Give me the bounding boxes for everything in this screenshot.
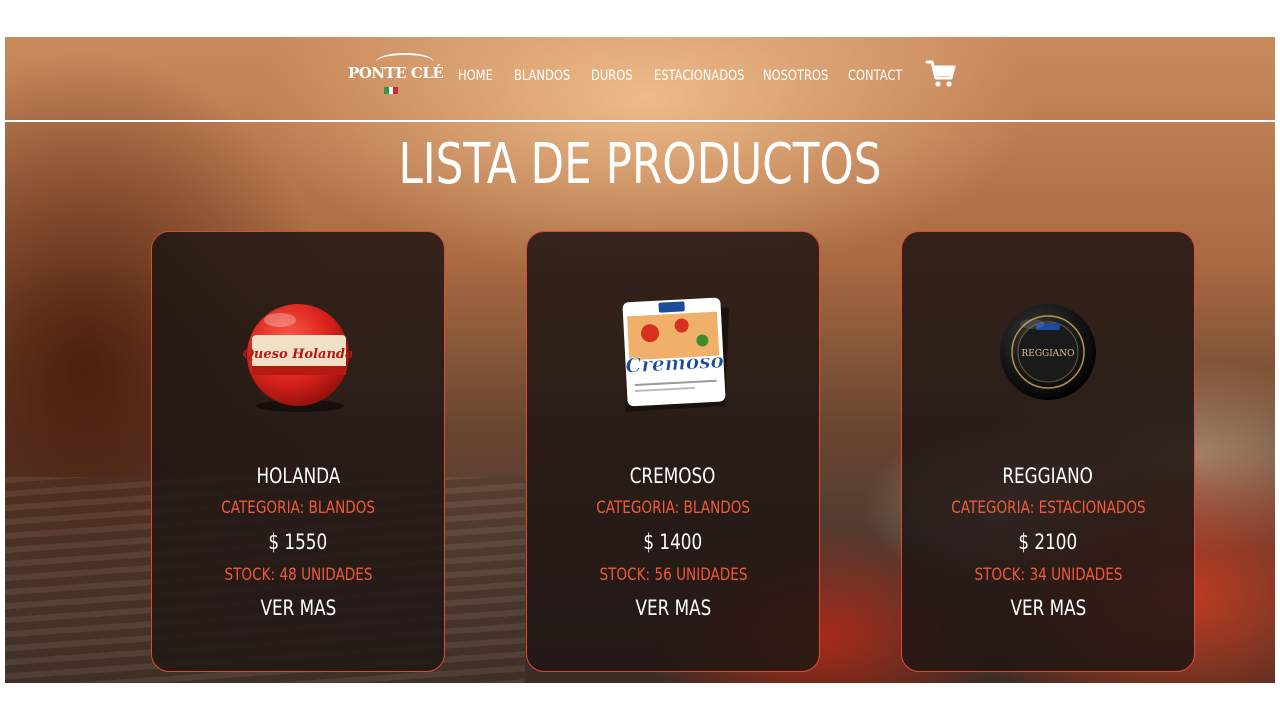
product-category: CATEGORIA: ESTACIONADOS bbox=[902, 498, 1194, 518]
product-price-text: $ 2100 bbox=[1018, 530, 1078, 554]
product-card-reggiano: REGGIANO REGGIANO CATEGORIA: ESTACIONADO… bbox=[901, 231, 1195, 672]
product-image-label-holanda: Queso Holanda bbox=[243, 347, 354, 362]
ver-mas-button[interactable]: VER MAS bbox=[527, 596, 819, 620]
product-category-text: CATEGORIA: ESTACIONADOS bbox=[950, 498, 1146, 518]
product-category-text: CATEGORIA: BLANDOS bbox=[596, 498, 750, 518]
ver-mas-button[interactable]: VER MAS bbox=[902, 596, 1194, 620]
product-price: $ 1550 bbox=[152, 530, 444, 554]
nav-contact[interactable]: CONTACT bbox=[848, 68, 905, 84]
brand-logo[interactable]: PONTE CLÉ bbox=[348, 53, 444, 99]
ver-mas-button[interactable]: VER MAS bbox=[152, 596, 444, 620]
product-image-cremoso: Cremoso bbox=[603, 290, 743, 420]
ver-mas-label: VER MAS bbox=[260, 596, 336, 620]
product-price: $ 2100 bbox=[902, 530, 1194, 554]
product-name-text: REGGIANO bbox=[1002, 464, 1094, 488]
product-card-cremoso: Cremoso CREMOSO CATEGORIA: BLANDOS $ 140… bbox=[526, 231, 820, 672]
nav-estacionados[interactable]: ESTACIONADOS bbox=[654, 68, 744, 84]
product-name: REGGIANO bbox=[902, 464, 1194, 488]
product-image-label-cremoso: Cremoso bbox=[625, 348, 724, 377]
page-title: LISTA DE PRODUCTOS bbox=[398, 132, 882, 197]
top-navbar: PONTE CLÉ HOME BLANDOS DUROS ESTACIONADO… bbox=[5, 37, 1275, 122]
product-category: CATEGORIA: BLANDOS bbox=[152, 498, 444, 518]
cart-icon[interactable] bbox=[925, 59, 957, 89]
product-name: HOLANDA bbox=[152, 464, 444, 488]
product-name-text: CREMOSO bbox=[630, 464, 716, 488]
product-category-text: CATEGORIA: BLANDOS bbox=[221, 498, 375, 518]
product-image-reggiano: REGGIANO bbox=[978, 290, 1118, 420]
ver-mas-label: VER MAS bbox=[1010, 596, 1086, 620]
product-price-text: $ 1400 bbox=[643, 530, 703, 554]
product-stock: STOCK: 34 UNIDADES bbox=[902, 565, 1194, 585]
product-stock-text: STOCK: 56 UNIDADES bbox=[599, 565, 747, 585]
flag-red bbox=[393, 87, 399, 94]
product-stock: STOCK: 48 UNIDADES bbox=[152, 565, 444, 585]
product-image-label-reggiano: REGGIANO bbox=[1021, 349, 1074, 359]
nav-blandos[interactable]: BLANDOS bbox=[514, 68, 577, 84]
hero-background: PONTE CLÉ HOME BLANDOS DUROS ESTACIONADO… bbox=[5, 37, 1275, 683]
product-stock-text: STOCK: 34 UNIDADES bbox=[974, 565, 1122, 585]
logo-text: PONTE CLÉ bbox=[348, 64, 444, 82]
nav-duros[interactable]: DUROS bbox=[591, 68, 643, 84]
product-card-holanda: Queso Holanda HOLANDA CATEGORIA: BLANDOS… bbox=[151, 231, 445, 672]
nav-home[interactable]: HOME bbox=[458, 68, 504, 84]
product-name-text: HOLANDA bbox=[256, 464, 340, 488]
product-stock-text: STOCK: 48 UNIDADES bbox=[224, 565, 372, 585]
main-menu: HOME BLANDOS DUROS ESTACIONADOS NOSOTROS… bbox=[458, 65, 918, 87]
product-price: $ 1400 bbox=[527, 530, 819, 554]
product-stock: STOCK: 56 UNIDADES bbox=[527, 565, 819, 585]
nav-nosotros[interactable]: NOSOTROS bbox=[763, 68, 833, 84]
product-price-text: $ 1550 bbox=[268, 530, 328, 554]
product-image-holanda: Queso Holanda bbox=[228, 290, 368, 420]
product-category: CATEGORIA: BLANDOS bbox=[527, 498, 819, 518]
ver-mas-label: VER MAS bbox=[635, 596, 711, 620]
product-name: CREMOSO bbox=[527, 464, 819, 488]
italian-flag-icon bbox=[384, 87, 399, 94]
